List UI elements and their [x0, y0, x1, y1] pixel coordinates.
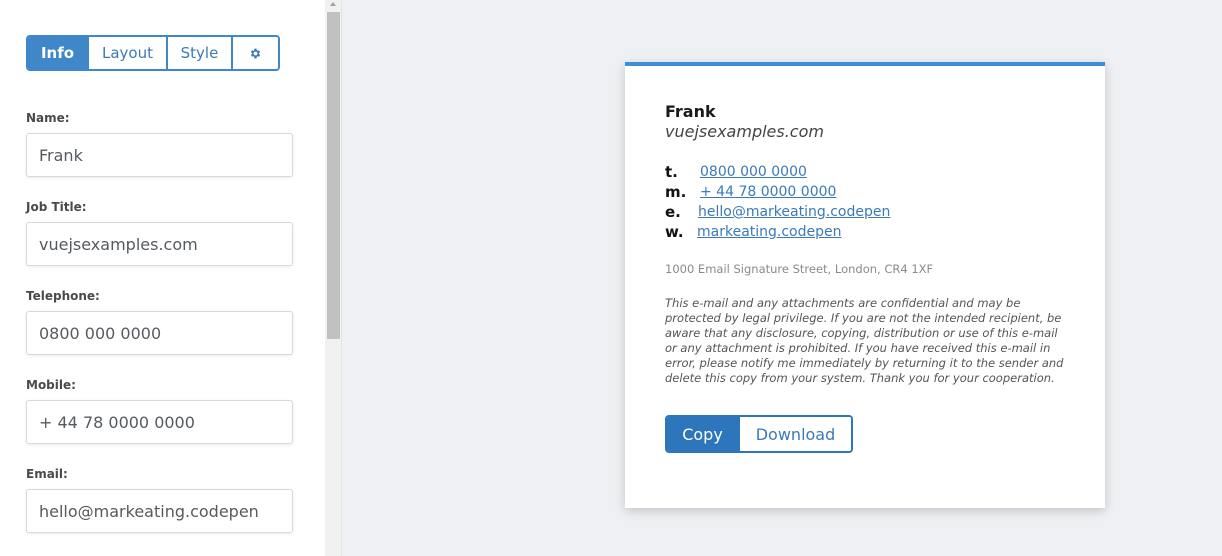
- contact-row-telephone: t. 0800 000 0000: [665, 162, 807, 182]
- mobile-field-group: Mobile:: [26, 377, 293, 444]
- contact-key: w.: [665, 223, 684, 241]
- job-title-label: Job Title:: [26, 200, 87, 214]
- name-input[interactable]: [26, 133, 293, 177]
- signature-disclaimer: This e-mail and any attachments are conf…: [665, 296, 1064, 385]
- telephone-input[interactable]: [26, 311, 293, 355]
- job-title-field-group: Job Title:: [26, 199, 293, 266]
- contact-row-email: e. hello@markeating.codepen: [665, 202, 890, 222]
- editor-scrollbar[interactable]: [325, 0, 342, 556]
- telephone-link[interactable]: 0800 000 0000: [700, 164, 807, 180]
- scroll-up-icon[interactable]: [330, 2, 336, 6]
- mobile-input[interactable]: [26, 400, 293, 444]
- contact-key: t.: [665, 163, 678, 181]
- email-label: Email:: [26, 467, 68, 481]
- mobile-label: Mobile:: [26, 378, 76, 392]
- signature-preview-card: Frank vuejsexamples.com t. 0800 000 0000…: [625, 62, 1105, 508]
- telephone-label: Telephone:: [26, 289, 100, 303]
- tab-settings[interactable]: [233, 37, 278, 69]
- contact-key: m.: [665, 183, 687, 201]
- scrollbar-thumb[interactable]: [327, 12, 340, 339]
- gear-icon: [250, 48, 261, 58]
- tab-layout[interactable]: Layout: [89, 37, 168, 69]
- action-button-group: Copy Download: [665, 415, 853, 453]
- tab-info[interactable]: Info: [28, 37, 89, 69]
- signature-name: Frank: [665, 102, 716, 121]
- email-input[interactable]: [26, 489, 293, 533]
- name-label: Name:: [26, 111, 70, 125]
- email-link[interactable]: hello@markeating.codepen: [698, 204, 890, 220]
- telephone-field-group: Telephone:: [26, 288, 293, 355]
- contact-row-mobile: m. + 44 78 0000 0000: [665, 182, 836, 202]
- website-link[interactable]: markeating.codepen: [697, 224, 842, 240]
- email-field-group: Email:: [26, 466, 293, 533]
- download-button[interactable]: Download: [740, 417, 851, 451]
- mobile-link[interactable]: + 44 78 0000 0000: [700, 184, 836, 200]
- app-root: Info Layout Style Name: Job Title: Telep…: [0, 0, 1222, 556]
- job-title-input[interactable]: [26, 222, 293, 266]
- signature-title: vuejsexamples.com: [665, 122, 824, 141]
- signature-address: 1000 Email Signature Street, London, CR4…: [665, 262, 934, 276]
- name-field-group: Name:: [26, 110, 293, 177]
- editor-tabs: Info Layout Style: [26, 35, 280, 71]
- copy-button[interactable]: Copy: [667, 417, 740, 451]
- editor-panel: Info Layout Style Name: Job Title: Telep…: [0, 0, 325, 556]
- tab-style[interactable]: Style: [168, 37, 233, 69]
- contact-row-website: w. markeating.codepen: [665, 222, 842, 242]
- contact-key: e.: [665, 203, 681, 221]
